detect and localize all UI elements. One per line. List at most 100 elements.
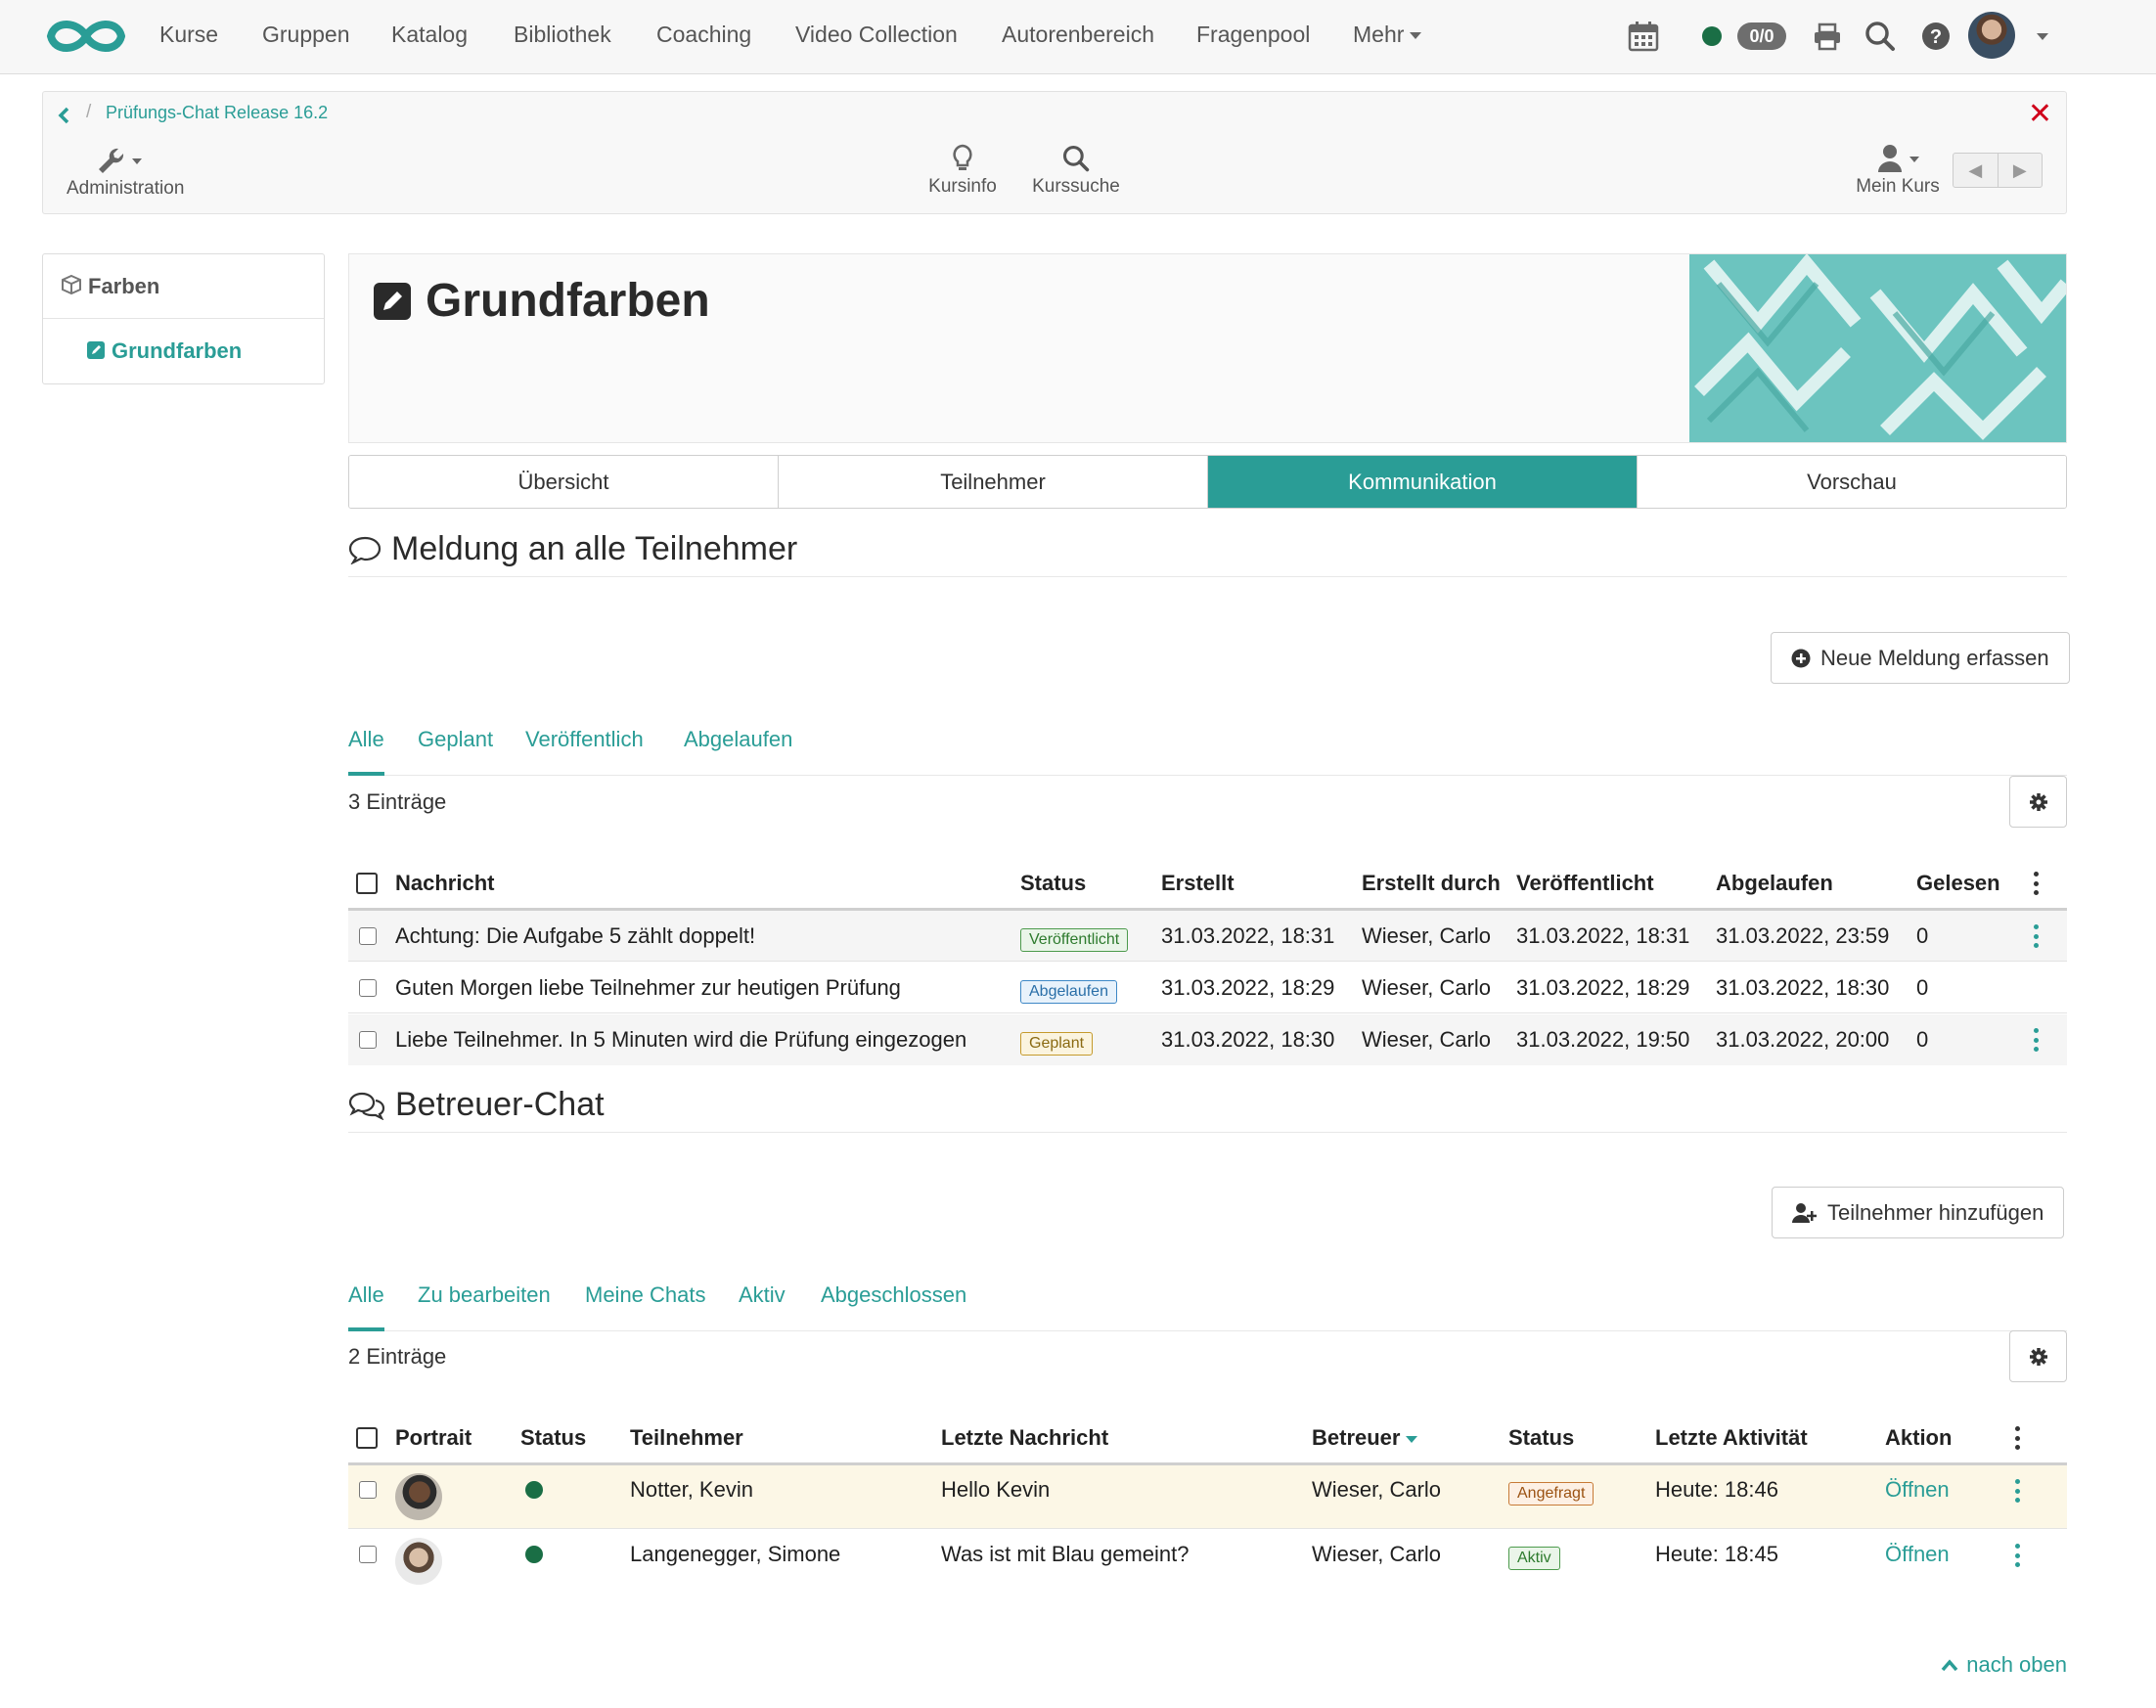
announcements-section-title: Meldung an alle Teilnehmer: [348, 530, 2067, 577]
breadcrumb-course[interactable]: Prüfungs-Chat Release 16.2: [106, 103, 328, 123]
read-cell: 0: [1916, 923, 1929, 948]
course-teaser-image: [1689, 254, 2066, 442]
calendar-icon[interactable]: [1627, 20, 1660, 53]
col-erstellt-durch[interactable]: Erstellt durch: [1362, 871, 1501, 896]
user-icon: [1878, 145, 1919, 172]
svg-text:?: ?: [1930, 26, 1942, 48]
presence-status-icon[interactable]: [1702, 26, 1722, 46]
user-menu-chevron-icon[interactable]: [2037, 33, 2048, 40]
col-abgelaufen[interactable]: Abgelaufen: [1716, 871, 1833, 896]
columns-menu-icon[interactable]: [2015, 1426, 2021, 1450]
mein-kurs-tool[interactable]: Mein Kurs: [1849, 141, 1947, 198]
table-row: Notter, Kevin Hello Kevin Wieser, Carlo …: [348, 1465, 2067, 1529]
col-betreuer[interactable]: Betreuer: [1312, 1425, 1418, 1451]
tab-teilnehmer[interactable]: Teilnehmer: [778, 456, 1207, 508]
col-portrait: Portrait: [395, 1425, 472, 1450]
menu-item-grundfarben[interactable]: Grundfarben: [43, 319, 324, 383]
speech-bubble-icon: [348, 536, 382, 564]
filter-zu-bearbeiten[interactable]: Zu bearbeiten: [418, 1282, 551, 1331]
close-icon[interactable]: ✕: [2028, 97, 2052, 131]
expired-cell: 31.03.2022, 23:59: [1716, 923, 1890, 948]
row-actions-icon[interactable]: [2015, 1479, 2021, 1503]
row-checkbox[interactable]: [359, 1031, 377, 1049]
search-icon[interactable]: [1864, 20, 1897, 53]
nav-kurse[interactable]: Kurse: [159, 22, 218, 48]
filter-aktiv[interactable]: Aktiv: [739, 1282, 786, 1331]
filter-alle[interactable]: Alle: [348, 727, 384, 776]
row-checkbox[interactable]: [359, 1481, 377, 1499]
col-nachricht[interactable]: Nachricht: [395, 871, 494, 896]
row-checkbox[interactable]: [359, 1546, 377, 1563]
col-letzte-nachricht[interactable]: Letzte Nachricht: [941, 1425, 1108, 1451]
col-status[interactable]: Status: [1020, 871, 1086, 896]
search-icon: [1062, 145, 1090, 172]
administration-tool[interactable]: Administration: [67, 143, 184, 200]
status-badge: Veröffentlicht: [1020, 924, 1129, 952]
filter-meine-chats[interactable]: Meine Chats: [585, 1282, 706, 1331]
kurssuche-tool[interactable]: Kurssuche: [1027, 141, 1125, 198]
nav-autorenbereich[interactable]: Autorenbereich: [1002, 22, 1154, 48]
filter-abgeschlossen[interactable]: Abgeschlossen: [821, 1282, 966, 1331]
row-actions-icon[interactable]: [2034, 924, 2040, 948]
nav-bibliothek[interactable]: Bibliothek: [514, 22, 611, 48]
coach-cell: Wieser, Carlo: [1312, 1477, 1442, 1502]
filter-alle[interactable]: Alle: [348, 1282, 384, 1331]
col-gelesen[interactable]: Gelesen: [1916, 871, 2000, 896]
select-all-checkbox[interactable]: [356, 1427, 378, 1449]
help-icon[interactable]: ?: [1919, 20, 1953, 53]
tab-kommunikation[interactable]: Kommunikation: [1207, 456, 1637, 508]
next-icon[interactable]: ▶: [1997, 154, 2043, 187]
add-participant-label: Teilnehmer hinzufügen: [1827, 1199, 2044, 1225]
open-chat-link[interactable]: Öffnen: [1885, 1477, 1950, 1503]
select-all-checkbox[interactable]: [356, 873, 378, 894]
filter-veroeffentlich[interactable]: Veröffentlich: [525, 727, 644, 776]
read-cell: 0: [1916, 1027, 1929, 1052]
course-pager: ◀ ▶: [1953, 153, 2043, 188]
back-chevron-icon[interactable]: [57, 106, 72, 125]
course-tabs: Übersicht Teilnehmer Kommunikation Vorsc…: [348, 455, 2067, 509]
nav-mehr[interactable]: Mehr: [1353, 22, 1422, 48]
published-cell: 31.03.2022, 19:50: [1516, 1027, 1690, 1052]
nav-gruppen[interactable]: Gruppen: [262, 22, 350, 48]
nav-katalog[interactable]: Katalog: [391, 22, 468, 48]
columns-menu-icon[interactable]: [2034, 872, 2040, 895]
course-node-header: Grundfarben: [348, 253, 2067, 443]
announcement-entries-count: 3 Einträge: [348, 789, 447, 814]
table-settings-button[interactable]: [2009, 776, 2067, 828]
table-settings-button[interactable]: [2009, 1330, 2067, 1382]
filter-geplant[interactable]: Geplant: [418, 727, 493, 776]
openolat-logo[interactable]: [43, 14, 129, 59]
add-participant-button[interactable]: Teilnehmer hinzufügen: [1772, 1187, 2065, 1238]
col-letzte-aktivitaet[interactable]: Letzte Aktivität: [1655, 1425, 1808, 1451]
edit-icon: [374, 282, 411, 320]
menu-root-item[interactable]: Farben: [43, 254, 324, 319]
user-avatar[interactable]: [1968, 12, 2015, 59]
nav-coaching[interactable]: Coaching: [656, 22, 751, 48]
filter-abgelaufen[interactable]: Abgelaufen: [684, 727, 792, 776]
row-actions-icon[interactable]: [2015, 1544, 2021, 1567]
col-veroeffentlicht[interactable]: Veröffentlicht: [1516, 871, 1654, 896]
col-online-status[interactable]: Status: [520, 1425, 586, 1451]
print-icon[interactable]: [1811, 20, 1844, 53]
nav-video-collection[interactable]: Video Collection: [795, 22, 958, 48]
row-actions-icon[interactable]: [2034, 1028, 2040, 1052]
course-toolbar: / Prüfungs-Chat Release 16.2 ✕ Administr…: [42, 91, 2067, 214]
tab-vorschau[interactable]: Vorschau: [1637, 456, 2066, 508]
previous-icon[interactable]: ◀: [1954, 154, 1998, 187]
tab-uebersicht[interactable]: Übersicht: [349, 456, 778, 508]
nav-fragenpool[interactable]: Fragenpool: [1196, 22, 1310, 48]
user-plus-icon: [1792, 1202, 1817, 1223]
col-chat-status[interactable]: Status: [1508, 1425, 1574, 1451]
row-checkbox[interactable]: [359, 927, 377, 945]
chevron-down-icon: [1410, 32, 1422, 40]
kursinfo-tool[interactable]: Kursinfo: [919, 141, 1007, 198]
new-announcement-button[interactable]: Neue Meldung erfassen: [1771, 632, 2070, 684]
back-to-top-link[interactable]: nach oben: [1941, 1652, 2067, 1678]
row-checkbox[interactable]: [359, 979, 377, 997]
chat-count-badge[interactable]: 0/0: [1737, 22, 1786, 50]
col-teilnehmer[interactable]: Teilnehmer: [630, 1425, 743, 1451]
kursinfo-label: Kursinfo: [928, 176, 997, 197]
col-erstellt[interactable]: Erstellt: [1161, 871, 1235, 896]
open-chat-link[interactable]: Öffnen: [1885, 1542, 1950, 1567]
created-by-cell: Wieser, Carlo: [1362, 923, 1492, 948]
